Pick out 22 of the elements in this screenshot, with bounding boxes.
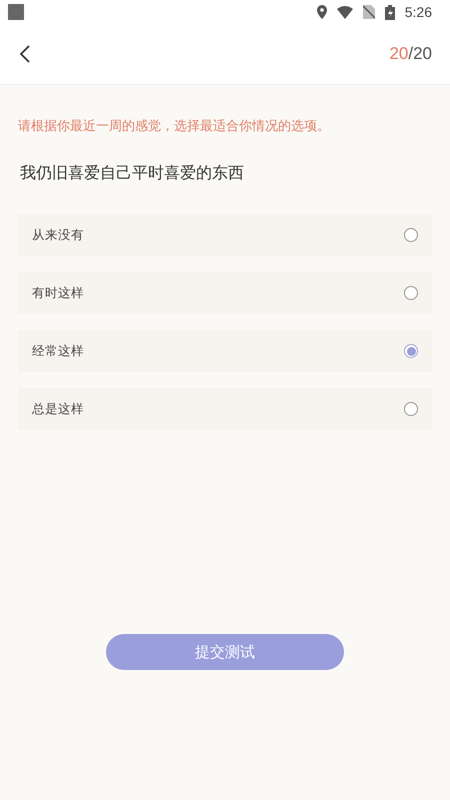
- option-label: 从来没有: [32, 226, 84, 244]
- radio-button[interactable]: [404, 344, 418, 358]
- radio-button[interactable]: [404, 228, 418, 242]
- option-item[interactable]: 从来没有: [18, 214, 432, 256]
- no-sim-icon: [362, 5, 375, 19]
- location-icon: [316, 5, 327, 19]
- status-time: 5:26: [404, 4, 432, 20]
- wifi-icon: [336, 6, 353, 18]
- instruction-text: 请根据你最近一周的感觉，选择最适合你情况的选项。: [18, 118, 331, 135]
- radio-button[interactable]: [404, 402, 418, 416]
- progress-total: /20: [408, 44, 432, 64]
- option-item[interactable]: 经常这样: [18, 330, 432, 372]
- battery-icon: [384, 4, 395, 20]
- radio-button[interactable]: [404, 286, 418, 300]
- question-text: 我仍旧喜爱自己平时喜爱的东西: [20, 163, 245, 184]
- notification-icon: [8, 4, 24, 20]
- option-label: 有时这样: [32, 284, 84, 302]
- option-label: 总是这样: [32, 400, 84, 418]
- option-item[interactable]: 有时这样: [18, 272, 432, 314]
- option-label: 经常这样: [32, 342, 84, 360]
- option-item[interactable]: 总是这样: [18, 388, 432, 430]
- progress-current: 20: [389, 44, 408, 64]
